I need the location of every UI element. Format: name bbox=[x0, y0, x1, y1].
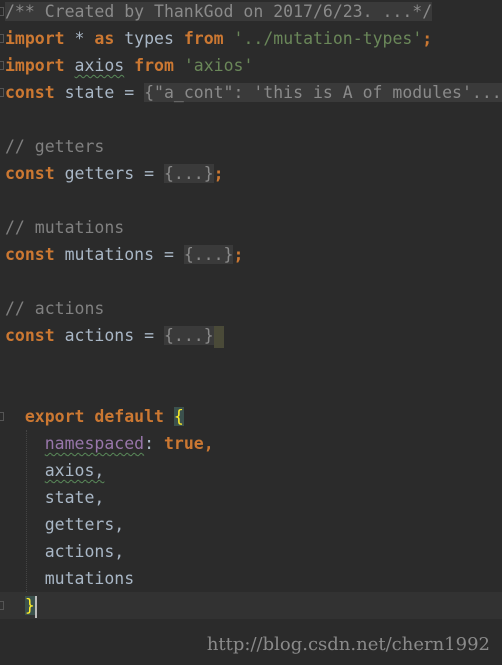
code-text: axios bbox=[74, 56, 125, 75]
code-text: getters = bbox=[54, 164, 164, 183]
property-name: namespaced bbox=[44, 434, 145, 453]
fold-marker-icon[interactable] bbox=[0, 88, 4, 97]
code-line-state-item: state, bbox=[0, 484, 502, 511]
keyword: from bbox=[183, 29, 224, 48]
comment: // actions bbox=[5, 299, 105, 318]
comma: , bbox=[203, 434, 214, 453]
keyword: default bbox=[94, 407, 164, 426]
code-line-close-brace: } bbox=[0, 592, 502, 619]
code-line-comment-getters: // getters bbox=[0, 133, 502, 160]
semicolon: ; bbox=[213, 164, 224, 183]
text-caret bbox=[213, 325, 224, 348]
code-text: actions = bbox=[54, 326, 164, 345]
code-line-namespaced: namespaced: true, bbox=[0, 430, 502, 457]
code-text: state = bbox=[54, 83, 145, 102]
folded-comment[interactable]: /** Created by ThankGod on 2017/6/23. ..… bbox=[5, 2, 433, 21]
code-line-export: export default { bbox=[0, 403, 502, 430]
code-text: actions, bbox=[44, 542, 125, 561]
folded-region[interactable]: {...} bbox=[163, 326, 214, 345]
code-line-import-types: import * as types from '../mutation-type… bbox=[0, 25, 502, 52]
code-text: mutations bbox=[44, 569, 135, 588]
code-line-getters-item: getters, bbox=[0, 511, 502, 538]
code-line-header-comment: /** Created by ThankGod on 2017/6/23. ..… bbox=[0, 0, 502, 25]
code-line-mutations: const mutations = {...}; bbox=[0, 241, 502, 268]
close-brace: } bbox=[24, 596, 35, 615]
semicolon: ; bbox=[422, 29, 433, 48]
code-line-state: const state = {"a_cont": 'this is A of m… bbox=[0, 79, 502, 106]
semicolon: ; bbox=[233, 245, 244, 264]
folded-region[interactable]: {...} bbox=[183, 245, 234, 264]
folded-region[interactable]: {"a_cont": 'this is A of modules'... bbox=[144, 83, 502, 102]
code-editor[interactable]: /** Created by ThankGod on 2017/6/23. ..… bbox=[0, 0, 502, 619]
keyword: from bbox=[134, 56, 174, 75]
fold-marker-icon[interactable] bbox=[0, 601, 4, 610]
indent-guide bbox=[26, 430, 27, 592]
string-literal: '../mutation-types' bbox=[223, 29, 423, 48]
keyword: import bbox=[5, 29, 65, 48]
keyword: import bbox=[5, 56, 65, 75]
keyword: const bbox=[5, 164, 55, 183]
code-text: state, bbox=[44, 488, 105, 507]
folded-region[interactable]: {...} bbox=[163, 164, 214, 183]
keyword: as bbox=[94, 29, 115, 48]
code-line-mutations-item: mutations bbox=[0, 565, 502, 592]
code-text: mutations = bbox=[54, 245, 184, 264]
fold-marker-icon[interactable] bbox=[0, 412, 4, 421]
fold-marker-icon[interactable] bbox=[0, 61, 4, 70]
keyword: export bbox=[24, 407, 85, 426]
fold-marker-icon[interactable] bbox=[0, 34, 4, 43]
fold-marker-icon[interactable] bbox=[0, 7, 4, 16]
comment: // getters bbox=[5, 137, 105, 156]
keyword: const bbox=[5, 83, 55, 102]
code-line-import-axios: import axios from 'axios' bbox=[0, 52, 502, 79]
code-text: axios, bbox=[44, 461, 105, 480]
code-line-actions: const actions = {...} bbox=[0, 322, 502, 349]
code-line-getters: const getters = {...}; bbox=[0, 160, 502, 187]
code-line-axios: axios, bbox=[0, 457, 502, 484]
code-text: : bbox=[144, 434, 164, 453]
watermark: http://blog.csdn.net/chern1992 bbox=[206, 634, 490, 655]
text-cursor bbox=[34, 595, 37, 618]
string-literal: 'axios' bbox=[183, 56, 254, 75]
code-text: * bbox=[64, 29, 95, 48]
keyword: true bbox=[163, 434, 204, 453]
code-line-comment-mutations: // mutations bbox=[0, 214, 502, 241]
code-line-actions-item: actions, bbox=[0, 538, 502, 565]
keyword: const bbox=[5, 326, 55, 345]
keyword: const bbox=[5, 245, 55, 264]
code-text: types bbox=[114, 29, 184, 48]
code-text: getters, bbox=[44, 515, 125, 534]
open-brace: { bbox=[173, 407, 184, 426]
code-line-comment-actions: // actions bbox=[0, 295, 502, 322]
comment: // mutations bbox=[5, 218, 125, 237]
